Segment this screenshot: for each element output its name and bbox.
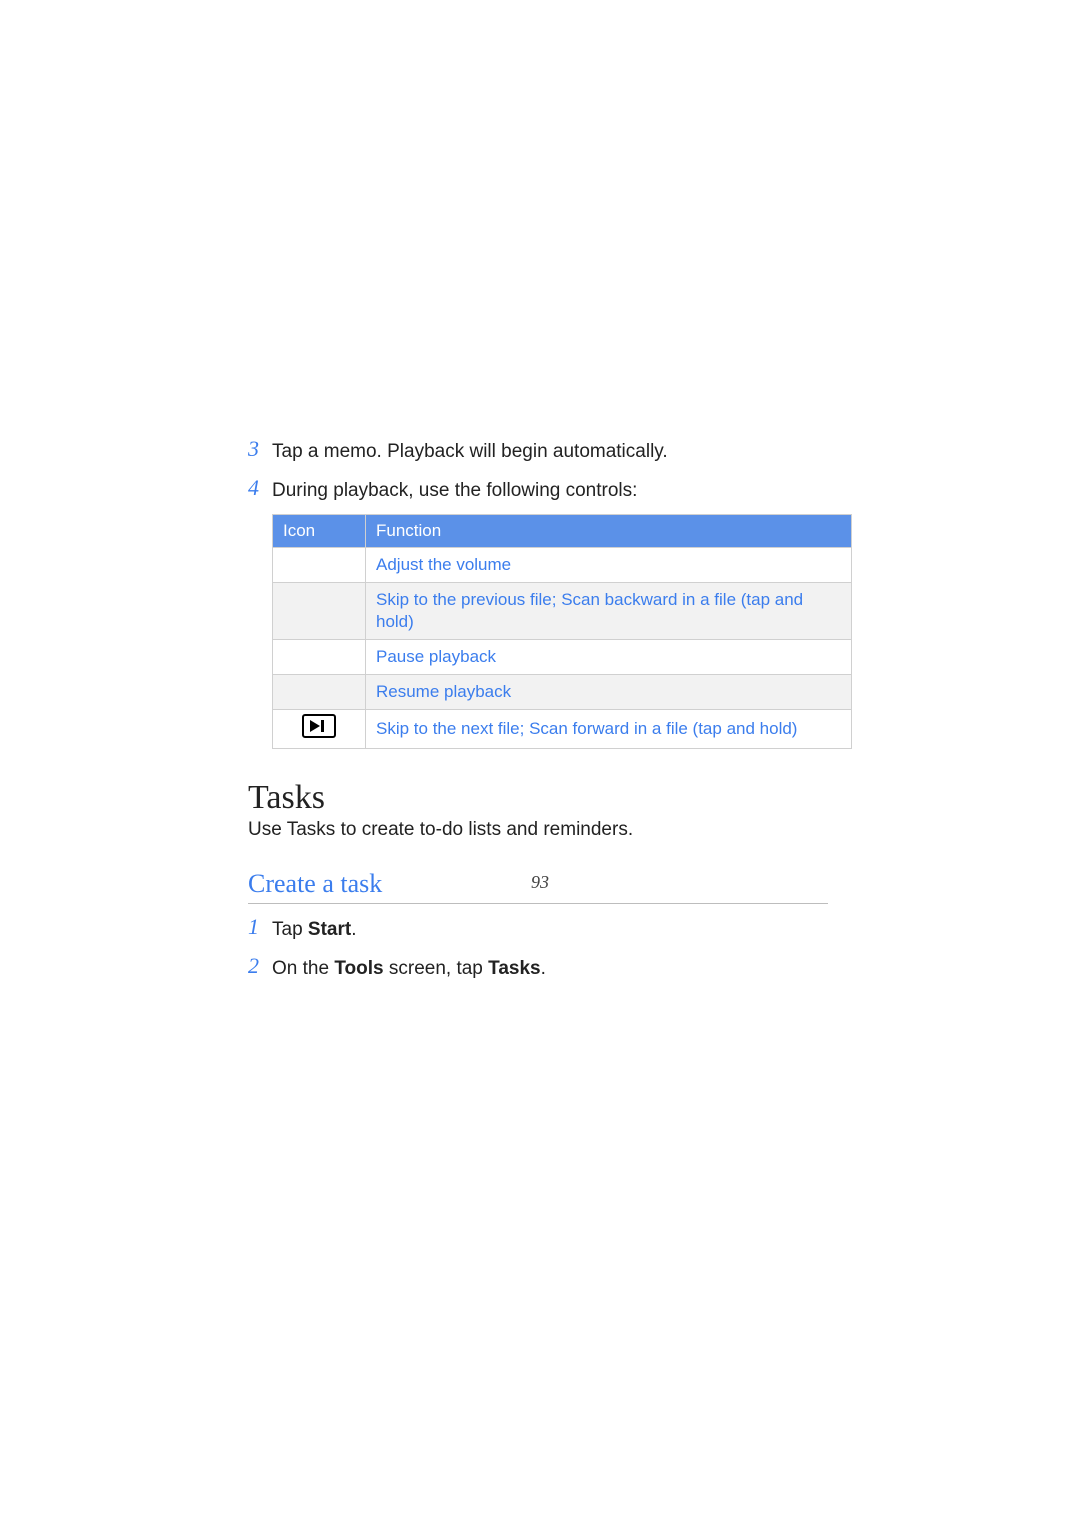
icon-cell <box>273 675 366 710</box>
substep-2: 2 On the Tools screen, tap Tasks. <box>248 953 860 984</box>
step-text: On the Tools screen, tap Tasks. <box>272 953 546 984</box>
function-cell: Adjust the volume <box>366 548 852 583</box>
icon-cell <box>273 640 366 675</box>
icon-cell <box>273 710 366 749</box>
table-row: Skip to the next file; Scan forward in a… <box>273 710 852 749</box>
skip-next-icon <box>302 714 336 738</box>
function-cell: Skip to the previous file; Scan backward… <box>366 583 852 640</box>
table-row: Skip to the previous file; Scan backward… <box>273 583 852 640</box>
text-mid: screen, tap <box>384 958 489 979</box>
section-title-tasks: Tasks <box>248 779 860 817</box>
section-description: Use Tasks to create to-do lists and remi… <box>248 819 860 841</box>
step-number: 3 <box>248 436 272 462</box>
table-row: Pause playback <box>273 640 852 675</box>
text-bold: Start <box>308 919 351 940</box>
function-cell: Pause playback <box>366 640 852 675</box>
step-number: 4 <box>248 475 272 501</box>
table-row: Resume playback <box>273 675 852 710</box>
step-4: 4 During playback, use the following con… <box>248 475 860 506</box>
step-text: During playback, use the following contr… <box>272 475 637 506</box>
document-page: 3 Tap a memo. Playback will begin automa… <box>0 0 1080 1527</box>
function-cell: Skip to the next file; Scan forward in a… <box>366 710 852 749</box>
text-bold: Tools <box>334 958 383 979</box>
step-number: 2 <box>248 953 272 979</box>
step-text: Tap a memo. Playback will begin automati… <box>272 436 668 467</box>
table-header-icon: Icon <box>273 515 366 548</box>
text-prefix: Tap <box>272 919 308 940</box>
table-header-function: Function <box>366 515 852 548</box>
function-cell: Resume playback <box>366 675 852 710</box>
step-3: 3 Tap a memo. Playback will begin automa… <box>248 436 860 467</box>
table-header-row: Icon Function <box>273 515 852 548</box>
step-text: Tap Start. <box>272 914 357 945</box>
text-suffix: . <box>351 919 356 940</box>
controls-table: Icon Function Adjust the volume Skip to … <box>272 514 852 749</box>
icon-cell <box>273 583 366 640</box>
icon-cell <box>273 548 366 583</box>
text-prefix: On the <box>272 958 334 979</box>
page-number: 93 <box>0 872 1080 893</box>
text-bold-2: Tasks <box>488 958 540 979</box>
table-row: Adjust the volume <box>273 548 852 583</box>
substep-1: 1 Tap Start. <box>248 914 860 945</box>
text-suffix: . <box>541 958 546 979</box>
step-number: 1 <box>248 914 272 940</box>
